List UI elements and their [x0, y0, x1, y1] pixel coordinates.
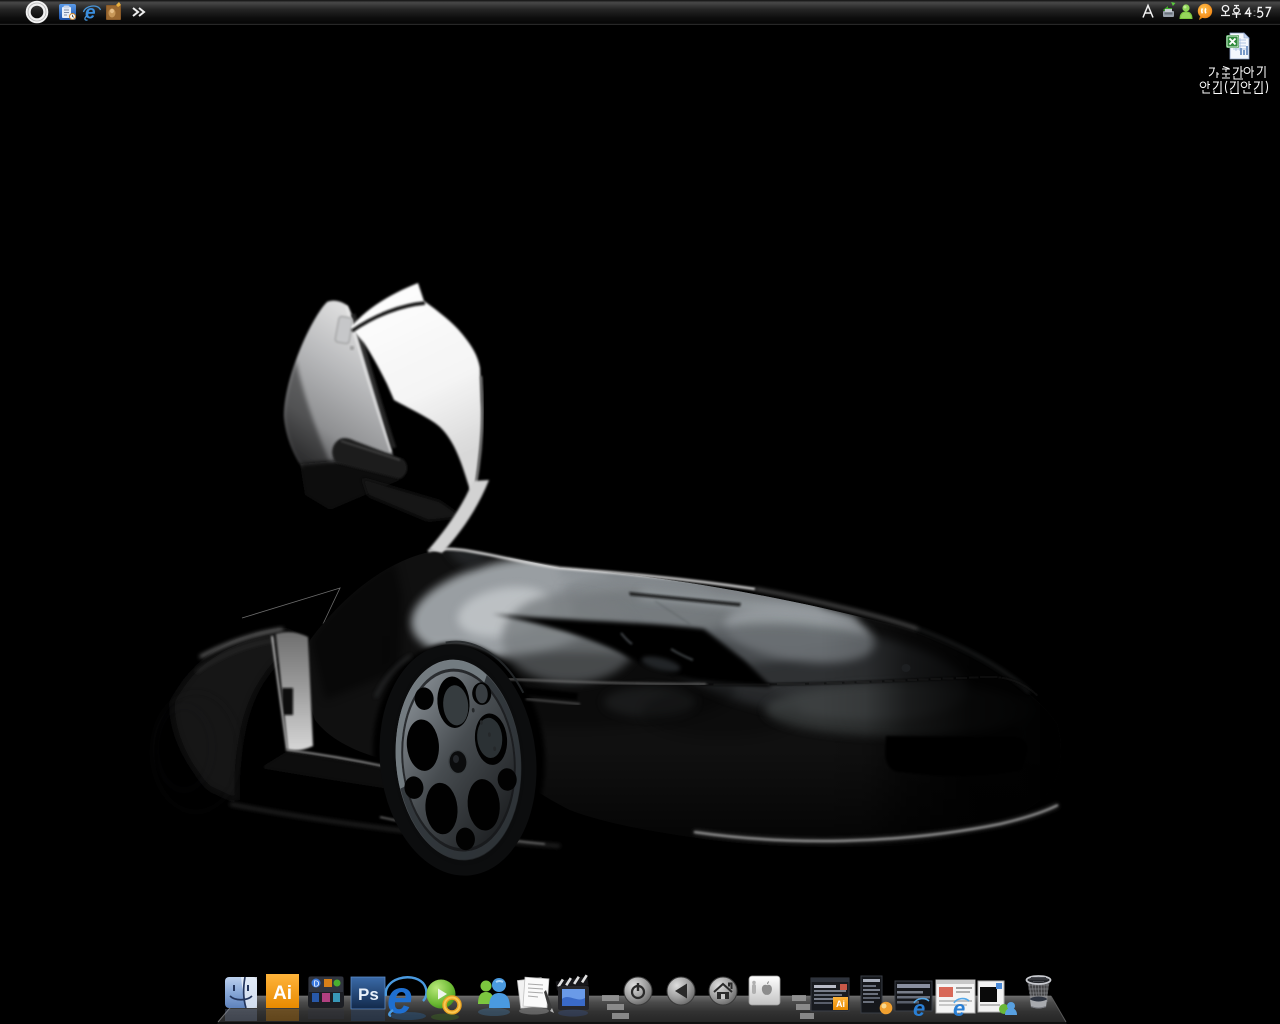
- svg-text:D: D: [314, 980, 320, 989]
- svg-text:Ai: Ai: [273, 983, 292, 1004]
- svg-text:Ai: Ai: [836, 999, 845, 1009]
- svg-text:Ps: Ps: [358, 985, 379, 1004]
